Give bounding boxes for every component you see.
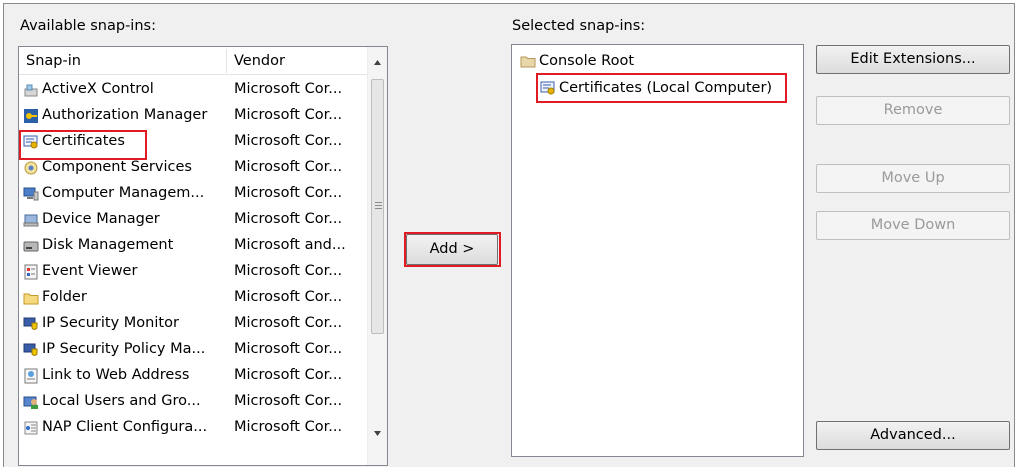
- selected-snapins-label: Selected snap-ins:: [512, 18, 646, 34]
- component-services-icon: [23, 159, 39, 175]
- snapin-name: Folder: [42, 289, 87, 305]
- snapin-name: ActiveX Control: [42, 81, 154, 97]
- move-up-button[interactable]: Move Up: [816, 164, 1010, 193]
- snapin-vendor: Microsoft Cor...: [234, 341, 343, 357]
- add-button-highlight: [404, 232, 501, 267]
- snapin-vendor: Microsoft Cor...: [234, 315, 343, 331]
- snapin-row[interactable]: Event Viewer Microsoft Cor...: [19, 258, 367, 284]
- list-header: Snap-in Vendor: [19, 47, 367, 75]
- snapin-name: IP Security Policy Ma...: [42, 341, 206, 357]
- snapin-row[interactable]: ActiveX Control Microsoft Cor...: [19, 76, 367, 102]
- edit-extensions-button[interactable]: Edit Extensions...: [816, 45, 1010, 74]
- snapin-name: NAP Client Configura...: [42, 419, 208, 435]
- snapin-name-cell: Link to Web Address: [23, 362, 189, 388]
- ip-security-icon: [23, 315, 39, 331]
- snapin-name: Authorization Manager: [42, 107, 208, 123]
- snapin-name-cell: Folder: [23, 284, 87, 310]
- device-manager-icon: [23, 211, 39, 227]
- snapin-name-cell: ActiveX Control: [23, 76, 154, 102]
- snapin-row[interactable]: Link to Web Address Microsoft Cor...: [19, 362, 367, 388]
- snapin-name-cell: Computer Managem...: [23, 180, 204, 206]
- snapin-row[interactable]: Computer Managem... Microsoft Cor...: [19, 180, 367, 206]
- snapin-vendor: Microsoft Cor...: [234, 263, 343, 279]
- remove-button[interactable]: Remove: [816, 96, 1010, 125]
- snapin-vendor: Microsoft Cor...: [234, 185, 343, 201]
- authorization-manager-icon: [23, 107, 39, 123]
- snapin-vendor: Microsoft Cor...: [234, 367, 343, 383]
- snapin-row[interactable]: Disk Management Microsoft and...: [19, 232, 367, 258]
- snapin-name-cell: NAP Client Configura...: [23, 414, 207, 440]
- advanced-button[interactable]: Advanced...: [816, 421, 1010, 450]
- web-link-icon: [23, 367, 39, 384]
- column-header-snapin[interactable]: Snap-in: [19, 47, 226, 74]
- scrollbar-thumb[interactable]: [371, 79, 384, 334]
- folder-icon: [23, 289, 39, 305]
- certificates-local-highlight: [536, 73, 787, 103]
- column-header-vendor[interactable]: Vendor: [227, 47, 364, 74]
- event-viewer-icon: [23, 263, 39, 280]
- snapin-name: Device Manager: [42, 211, 160, 227]
- scroll-up-arrow-icon[interactable]: [368, 53, 387, 73]
- snapin-row[interactable]: Local Users and Gro... Microsoft Cor...: [19, 388, 367, 414]
- snapin-vendor: Microsoft and...: [234, 237, 346, 253]
- disk-management-icon: [23, 237, 39, 253]
- snapin-row[interactable]: NAP Client Configura... Microsoft Cor...: [19, 414, 367, 440]
- snapin-vendor: Microsoft Cor...: [234, 419, 343, 435]
- snapin-name-cell: Authorization Manager: [23, 102, 207, 128]
- vertical-scrollbar[interactable]: [367, 47, 387, 465]
- snapin-name-cell: IP Security Monitor: [23, 310, 179, 336]
- selected-snapins-tree[interactable]: Console Root Certificates (Local Compute…: [511, 44, 804, 457]
- snapin-row[interactable]: IP Security Policy Ma... Microsoft Cor...: [19, 336, 367, 362]
- scroll-down-arrow-icon[interactable]: [368, 423, 387, 443]
- snapin-name: Local Users and Gro...: [42, 393, 201, 409]
- snapin-vendor: Microsoft Cor...: [234, 289, 343, 305]
- snapin-vendor: Microsoft Cor...: [234, 133, 343, 149]
- snapin-name-cell: Device Manager: [23, 206, 160, 232]
- snapin-vendor: Microsoft Cor...: [234, 107, 343, 123]
- snapin-name-cell: IP Security Policy Ma...: [23, 336, 205, 362]
- snapin-vendor: Microsoft Cor...: [234, 393, 343, 409]
- snapin-name: Link to Web Address: [42, 367, 190, 383]
- nap-client-icon: [23, 419, 39, 435]
- snapin-name: IP Security Monitor: [42, 315, 179, 331]
- move-down-button[interactable]: Move Down: [816, 211, 1010, 240]
- snapin-vendor: Microsoft Cor...: [234, 81, 343, 97]
- activex-icon: [23, 81, 39, 97]
- ip-security-icon: [23, 341, 39, 357]
- snapin-name: Disk Management: [42, 237, 174, 253]
- snapin-name-cell: Disk Management: [23, 232, 173, 258]
- snapin-row[interactable]: IP Security Monitor Microsoft Cor...: [19, 310, 367, 336]
- available-snapins-list[interactable]: Snap-in Vendor ActiveX Control Microsoft …: [18, 46, 388, 466]
- snapin-vendor: Microsoft Cor...: [234, 211, 343, 227]
- snapin-name: Event Viewer: [42, 263, 138, 279]
- snapin-name-cell: Local Users and Gro...: [23, 388, 201, 414]
- certificates-highlight: [19, 130, 147, 160]
- tree-node-label: Console Root: [539, 53, 635, 69]
- snapin-vendor: Microsoft Cor...: [234, 159, 343, 175]
- tree-node-console-root[interactable]: Console Root: [520, 50, 634, 72]
- snapin-name-cell: Event Viewer: [23, 258, 137, 284]
- snapin-row[interactable]: Folder Microsoft Cor...: [19, 284, 367, 310]
- snapin-name: Computer Managem...: [42, 185, 205, 201]
- available-snapins-label: Available snap-ins:: [20, 18, 156, 34]
- computer-management-icon: [23, 185, 39, 201]
- snapin-row[interactable]: Authorization Manager Microsoft Cor...: [19, 102, 367, 128]
- folder-icon: [520, 53, 536, 69]
- local-users-icon: [23, 393, 39, 409]
- snapin-row[interactable]: Device Manager Microsoft Cor...: [19, 206, 367, 232]
